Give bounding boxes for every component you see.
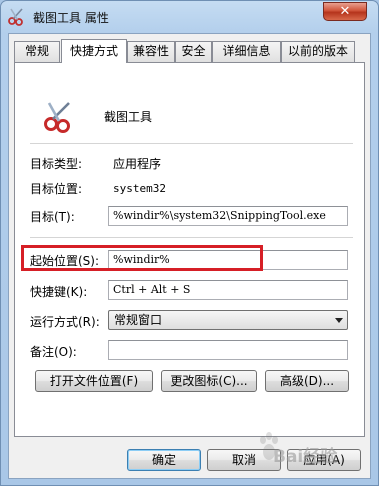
open-file-location-button[interactable]: 打开文件位置(F) xyxy=(35,370,153,392)
run-mode-value: 常规窗口 xyxy=(114,313,163,327)
annotation-highlight xyxy=(21,245,263,271)
program-name: 截图工具 xyxy=(104,110,153,124)
scissors-icon xyxy=(44,102,70,133)
properties-window: 截图工具 属性 ✕ 常规 快捷方式 兼容性 安全 详细信息 以前的版本 截图工具… xyxy=(0,0,379,486)
target-type-label: 目标类型: xyxy=(30,157,83,171)
change-icon-button[interactable]: 更改图标(C)... xyxy=(161,370,257,392)
shortcut-key-label: 快捷键(K): xyxy=(30,285,88,299)
ok-button[interactable]: 确定 xyxy=(127,449,201,471)
tab-compatibility[interactable]: 兼容性 xyxy=(127,41,175,62)
target-label: 目标(T): xyxy=(30,210,75,224)
scissors-icon xyxy=(8,8,23,26)
close-button[interactable]: ✕ xyxy=(323,2,367,21)
run-mode-select[interactable]: 常规窗口 xyxy=(108,310,348,330)
target-field[interactable]: %windir%\system32\SnippingTool.exe xyxy=(108,206,348,226)
target-location-label: 目标位置: xyxy=(30,182,83,196)
comment-field[interactable] xyxy=(108,340,348,360)
divider xyxy=(30,143,353,144)
target-location-value: system32 xyxy=(113,182,166,195)
shortcut-key-field[interactable]: Ctrl + Alt + S xyxy=(108,280,348,300)
title-bar[interactable]: 截图工具 属性 ✕ xyxy=(1,1,378,33)
watermark-text: Bai经验 xyxy=(273,447,338,467)
run-label: 运行方式(R): xyxy=(30,315,100,329)
close-icon: ✕ xyxy=(339,4,351,19)
tab-shortcut[interactable]: 快捷方式 xyxy=(61,39,127,63)
tab-general[interactable]: 常规 xyxy=(14,41,60,62)
divider xyxy=(30,237,353,238)
tab-previous-versions[interactable]: 以前的版本 xyxy=(281,41,355,62)
dialog-body: 常规 快捷方式 兼容性 安全 详细信息 以前的版本 截图工具 目标类型: 应用程… xyxy=(8,33,371,479)
window-title: 截图工具 属性 xyxy=(33,11,109,25)
target-type-value: 应用程序 xyxy=(113,157,162,171)
tab-details[interactable]: 详细信息 xyxy=(212,41,281,62)
advanced-button[interactable]: 高级(D)... xyxy=(265,370,349,392)
comment-label: 备注(O): xyxy=(30,345,77,359)
chevron-down-icon xyxy=(335,318,343,323)
tab-security[interactable]: 安全 xyxy=(175,41,212,62)
